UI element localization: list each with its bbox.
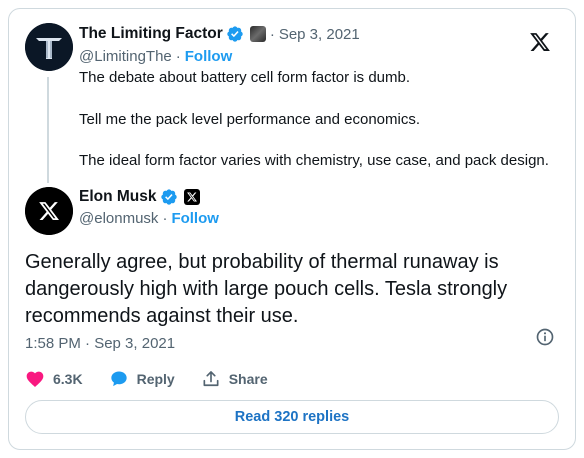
separator: · [269,25,275,43]
follow-button[interactable]: Follow [171,210,219,227]
author-handle[interactable]: @elonmusk [79,210,158,227]
x-logo-icon[interactable] [529,31,551,53]
reply-button[interactable]: Reply [109,369,175,389]
action-bar: 6.3K Reply Share [25,369,294,389]
handle-row: @elonmusk · Follow [79,210,219,227]
like-count: 6.3K [53,371,83,387]
share-label: Share [228,371,268,387]
read-replies-button[interactable]: Read 320 replies [25,400,559,434]
parent-date[interactable]: Sep 3, 2021 [279,26,360,43]
parent-handle[interactable]: @LimitingThe [79,48,172,65]
reply-label: Reply [136,371,175,387]
like-button[interactable]: 6.3K [25,369,83,389]
author-name[interactable]: Elon Musk [79,188,157,206]
limiting-factor-logo [25,23,73,71]
parent-text-line: The ideal form factor varies with chemis… [79,152,549,169]
parent-author-name[interactable]: The Limiting Factor [79,25,223,43]
parent-text-line: The debate about battery cell form facto… [79,69,411,86]
tweet-timestamp[interactable]: 1:58 PM · Sep 3, 2021 [25,335,175,352]
embedded-tweet-card: The Limiting Factor · Sep 3, 2021 @Limit… [8,8,576,450]
affiliate-badge-icon [249,26,266,42]
tweet-text: Generally agree, but probability of ther… [25,251,508,327]
elon-musk-avatar[interactable] [25,187,73,235]
share-button[interactable]: Share [201,369,268,389]
parent-follow-button[interactable]: Follow [185,48,233,65]
limiting-factor-avatar[interactable] [25,23,73,71]
parent-author-row: The Limiting Factor · Sep 3, 2021 [79,25,360,43]
heart-icon [26,371,44,387]
info-icon[interactable] [535,327,555,347]
share-upload-icon [203,371,219,387]
verified-badge-icon [160,189,177,205]
parent-text-line: Tell me the pack level performance and e… [79,111,421,128]
thread-connector-line [47,77,49,183]
parent-handle-row: @LimitingThe · Follow [79,48,232,65]
x-affiliate-badge-icon [183,189,200,205]
author-row: Elon Musk [79,188,200,206]
x-logo-icon [25,187,73,235]
speech-bubble-icon [110,371,127,387]
verified-badge-icon [227,26,243,42]
separator: · [162,210,168,227]
separator: · [175,48,181,65]
